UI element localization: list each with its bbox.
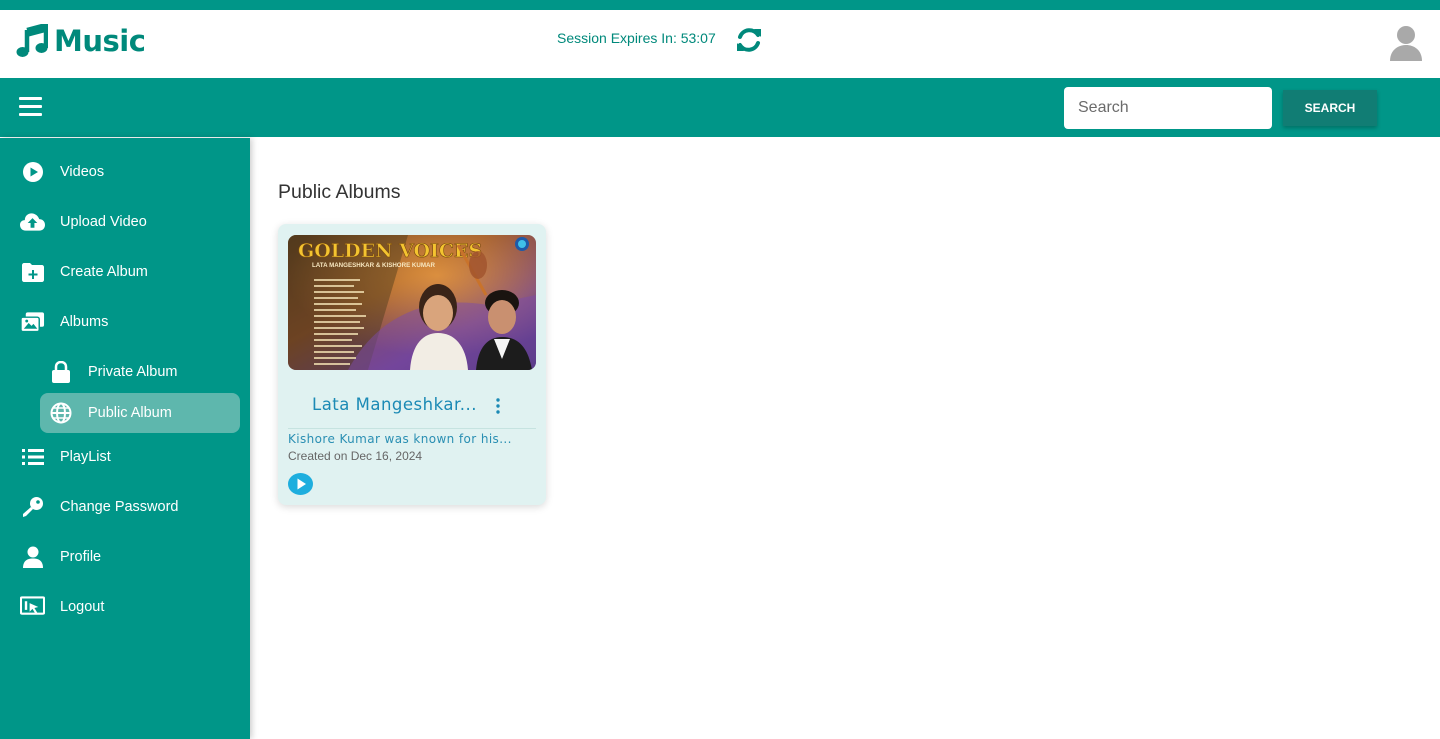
sidebar-item-profile[interactable]: Profile bbox=[0, 537, 250, 577]
user-avatar-icon[interactable] bbox=[1388, 24, 1424, 62]
cover-heading: GOLDEN VOICES bbox=[298, 240, 482, 262]
globe-icon bbox=[50, 402, 72, 424]
sidebar: Videos Upload Video Create Album Albums … bbox=[0, 138, 250, 739]
sidebar-item-private-album[interactable]: Private Album bbox=[40, 352, 240, 392]
sidebar-item-label: PlayList bbox=[60, 449, 111, 465]
refresh-icon[interactable] bbox=[734, 25, 764, 55]
album-cover[interactable]: GOLDEN VOICES LATA MANGESHKAR & KISHORE … bbox=[288, 235, 536, 370]
logout-icon bbox=[20, 595, 45, 619]
images-icon bbox=[20, 310, 45, 334]
play-icon[interactable] bbox=[288, 473, 313, 495]
album-card[interactable]: GOLDEN VOICES LATA MANGESHKAR & KISHORE … bbox=[278, 224, 546, 505]
hamburger-menu-icon[interactable] bbox=[19, 97, 42, 117]
search-input[interactable] bbox=[1064, 87, 1272, 129]
music-note-icon bbox=[16, 24, 48, 57]
top-accent-strip bbox=[0, 0, 1440, 10]
sidebar-item-label: Upload Video bbox=[60, 214, 147, 230]
album-description: Kishore Kumar was known for his... bbox=[288, 432, 512, 446]
sidebar-item-label: Albums bbox=[60, 314, 109, 330]
lock-icon bbox=[50, 361, 72, 383]
album-title[interactable]: Lata Mangeshkar... bbox=[312, 395, 477, 414]
session-timer: Session Expires In: 53:07 bbox=[557, 30, 716, 46]
cover-subheading: LATA MANGESHKAR & KISHORE KUMAR bbox=[312, 262, 435, 269]
list-icon bbox=[20, 445, 45, 469]
album-created-date: Created on Dec 16, 2024 bbox=[288, 449, 423, 463]
key-icon bbox=[20, 495, 45, 519]
sidebar-item-label: Videos bbox=[60, 164, 105, 180]
app-title: Music bbox=[54, 24, 146, 58]
sidebar-item-label: Profile bbox=[60, 549, 102, 565]
folder-plus-icon bbox=[20, 260, 45, 284]
sidebar-item-upload-video[interactable]: Upload Video bbox=[0, 202, 250, 242]
sidebar-item-albums[interactable]: Albums bbox=[0, 302, 250, 342]
play-circle-icon bbox=[20, 160, 45, 184]
sidebar-item-label: Private Album bbox=[88, 364, 178, 380]
sidebar-item-logout[interactable]: Logout bbox=[0, 587, 250, 627]
app-logo[interactable]: Music bbox=[16, 24, 146, 58]
sidebar-item-label: Create Album bbox=[60, 264, 148, 280]
user-icon bbox=[20, 545, 45, 569]
sidebar-item-label: Public Album bbox=[88, 405, 172, 421]
sidebar-item-create-album[interactable]: Create Album bbox=[0, 252, 250, 292]
toolbar: SEARCH bbox=[0, 78, 1440, 137]
app-header: Music Session Expires In: 53:07 bbox=[0, 10, 1440, 78]
page-title: Public Albums bbox=[278, 181, 401, 203]
sidebar-item-change-password[interactable]: Change Password bbox=[0, 487, 250, 527]
sidebar-item-public-album[interactable]: Public Album bbox=[40, 393, 240, 433]
search-button[interactable]: SEARCH bbox=[1283, 90, 1377, 126]
cloud-upload-icon bbox=[20, 210, 45, 234]
sidebar-item-label: Logout bbox=[60, 599, 105, 615]
card-divider bbox=[288, 428, 536, 429]
kebab-menu-icon[interactable] bbox=[493, 397, 503, 415]
sidebar-item-playlist[interactable]: PlayList bbox=[0, 437, 250, 477]
sidebar-item-label: Change Password bbox=[60, 499, 179, 515]
sidebar-item-videos[interactable]: Videos bbox=[0, 152, 250, 192]
